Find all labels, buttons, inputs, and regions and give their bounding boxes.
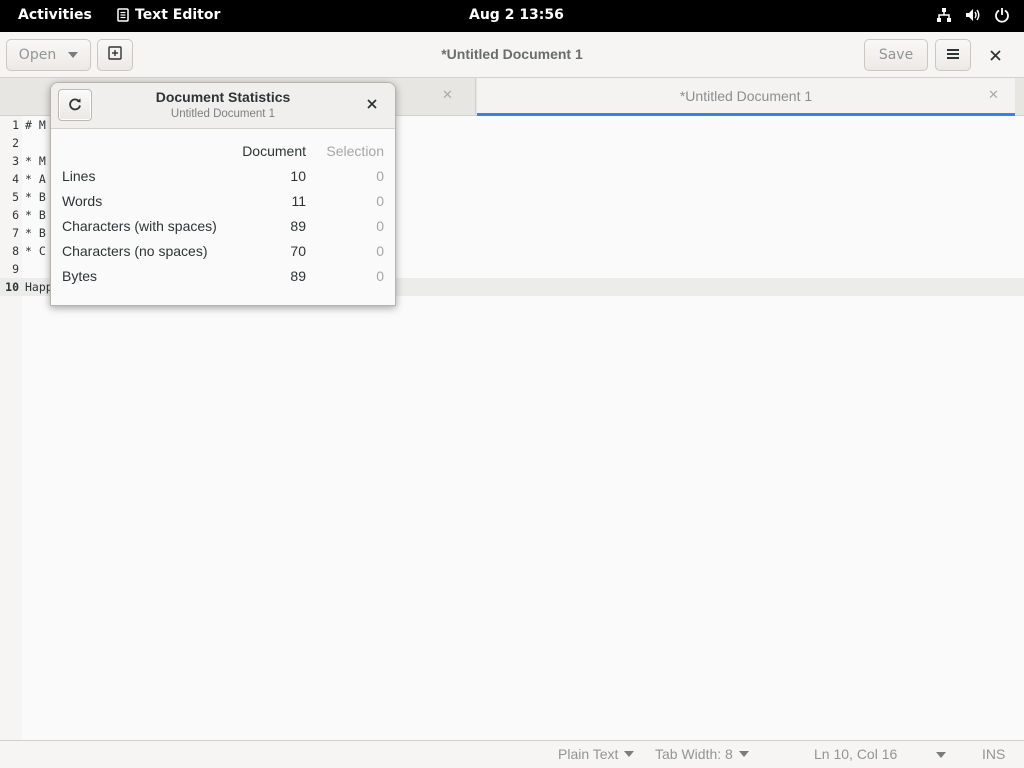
status-bar: Plain Text Tab Width: 8 Ln 10, Col 16 IN… — [0, 740, 1024, 768]
chevron-down-icon[interactable] — [936, 752, 946, 758]
stat-selection-value: 0 — [376, 193, 384, 209]
line-number: 2 — [12, 136, 19, 150]
top-bar: Activities Text Editor Aug 2 13:56 — [0, 0, 1024, 32]
save-label: Save — [878, 47, 914, 63]
line-number: 6 — [12, 208, 19, 222]
line-text: * B — [25, 226, 46, 240]
power-icon — [994, 7, 1010, 23]
close-icon — [990, 46, 1001, 65]
close-icon — [367, 97, 377, 113]
tab-untitled-document[interactable]: *Untitled Document 1 ✕ — [477, 78, 1015, 116]
line-number: 9 — [12, 262, 19, 276]
stat-label: Lines — [62, 168, 96, 184]
line-text: * A — [25, 172, 46, 186]
language-selector[interactable]: Plain Text — [558, 746, 635, 762]
line-number: 4 — [12, 172, 19, 186]
volume-icon — [965, 7, 981, 23]
document-column-header: Document — [242, 143, 306, 159]
stat-selection-value: 0 — [376, 168, 384, 184]
insert-mode-indicator: INS — [982, 746, 1005, 762]
tab-width-label: Tab Width: 8 — [655, 746, 733, 762]
app-name: Text Editor — [135, 7, 221, 23]
dialog-header: Document Statistics Untitled Document 1 — [51, 83, 395, 129]
tab-label: *Untitled Document 1 — [679, 88, 813, 104]
close-window-button[interactable] — [990, 46, 1001, 65]
line-number: 8 — [12, 244, 19, 258]
line-number: 7 — [12, 226, 19, 240]
stat-selection-value: 0 — [376, 268, 384, 284]
insert-mode-label: INS — [982, 746, 1006, 762]
stat-label: Characters (no spaces) — [62, 243, 208, 259]
line-text: * M — [25, 154, 46, 168]
cursor-position[interactable]: Ln 10, Col 16 — [814, 746, 897, 762]
stat-selection-value: 0 — [376, 218, 384, 234]
statistics-row: Bytes 89 0 — [51, 268, 395, 288]
stat-label: Characters (with spaces) — [62, 218, 217, 234]
dialog-subtitle: Untitled Document 1 — [170, 108, 276, 120]
statistics-row: Characters (with spaces) 89 0 — [51, 218, 395, 238]
line-text: Happ — [25, 280, 53, 294]
line-number: 1 — [12, 118, 19, 132]
stat-selection-value: 0 — [376, 243, 384, 259]
tab-close-icon[interactable]: ✕ — [988, 88, 999, 103]
stat-document-value: 70 — [290, 243, 306, 259]
stat-document-value: 89 — [290, 218, 306, 234]
app-menu[interactable]: Text Editor — [117, 7, 220, 23]
statistics-header-row: Document Selection — [51, 143, 395, 163]
tab-width-selector[interactable]: Tab Width: 8 — [655, 746, 749, 762]
chevron-down-icon — [738, 751, 749, 757]
line-number: 5 — [12, 190, 19, 204]
dialog-title: Document Statistics — [155, 89, 291, 105]
tab-close-icon[interactable]: ✕ — [442, 88, 453, 103]
stat-document-value: 89 — [290, 268, 306, 284]
statistics-row: Characters (no spaces) 70 0 — [51, 243, 395, 263]
selection-column-header: Selection — [326, 143, 384, 159]
dialog-close-button[interactable] — [367, 97, 377, 113]
line-text: * B — [25, 208, 46, 222]
stat-document-value: 10 — [290, 168, 306, 184]
cursor-position-label: Ln 10, Col 16 — [814, 746, 898, 762]
text-editor-icon — [117, 8, 129, 22]
hamburger-menu-icon — [947, 47, 959, 63]
network-icon — [936, 7, 952, 23]
main-menu-button[interactable] — [935, 39, 971, 71]
document-statistics-dialog: Document Statistics Untitled Document 1 … — [50, 82, 396, 306]
statistics-row: Lines 10 0 — [51, 168, 395, 188]
line-number: 3 — [12, 154, 19, 168]
line-text: * B — [25, 190, 46, 204]
clock[interactable]: Aug 2 13:56 — [469, 7, 564, 23]
save-button[interactable]: Save — [864, 39, 928, 71]
language-label: Plain Text — [558, 746, 619, 762]
header-bar: Open *Untitled Document 1 Save — [0, 32, 1024, 78]
line-text: * C — [25, 244, 46, 258]
stat-label: Bytes — [62, 268, 98, 284]
statistics-row: Words 11 0 — [51, 193, 395, 213]
chevron-down-icon — [624, 751, 635, 757]
line-text: # M — [25, 118, 46, 132]
stat-label: Words — [62, 193, 103, 209]
line-number: 10 — [5, 280, 19, 294]
stat-document-value: 11 — [291, 193, 306, 209]
system-menu[interactable] — [936, 7, 1010, 23]
activities-button[interactable]: Activities — [18, 7, 92, 23]
